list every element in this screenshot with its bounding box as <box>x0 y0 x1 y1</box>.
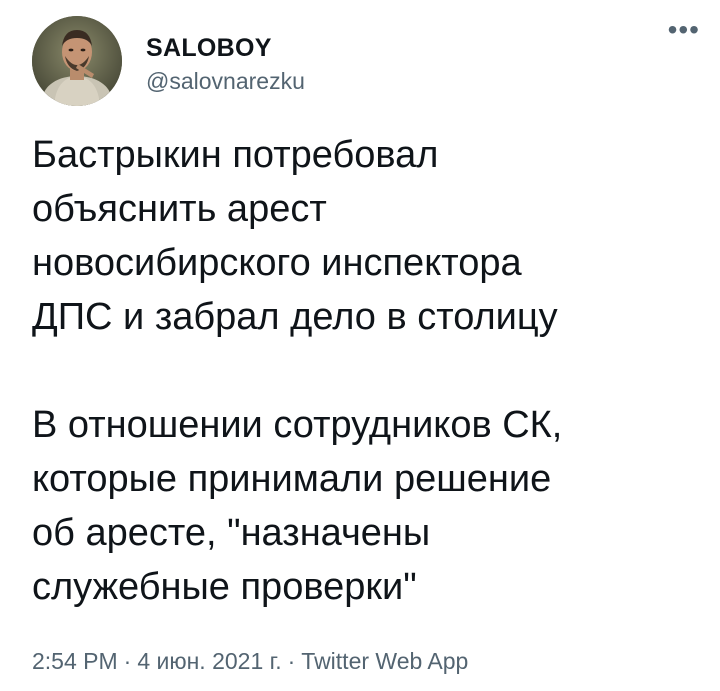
tweet-paragraph: В отношении сотрудников СК, которые прин… <box>32 398 692 614</box>
tweet-time[interactable]: 2:54 PM <box>32 648 118 674</box>
author-handle[interactable]: @salovnarezku <box>146 68 305 95</box>
tweet-line: служебные проверки" <box>32 566 417 608</box>
meta-separator: · <box>287 648 296 674</box>
avatar[interactable] <box>32 16 122 106</box>
user-avatar <box>32 16 122 106</box>
more-horizontal-icon: ••• <box>667 14 700 45</box>
tweet-line: В отношении сотрудников СК, <box>32 404 563 446</box>
tweet-line: объяснить арест <box>32 188 327 230</box>
tweet-line: новосибирского инспектора <box>32 242 522 284</box>
tweet-date[interactable]: 4 июн. 2021 г. <box>137 648 281 674</box>
tweet-paragraph: Бастрыкин потребовал объяснить арест нов… <box>32 128 692 344</box>
author-display-name[interactable]: SALOBOY <box>146 34 272 63</box>
tweet-source-link[interactable]: Twitter Web App <box>301 648 468 674</box>
tweet-line: Бастрыкин потребовал <box>32 134 439 176</box>
tweet-line: которые принимали решение <box>32 458 552 500</box>
tweet-line: об аресте, "назначены <box>32 512 431 554</box>
tweet-line: ДПС и забрал дело в столицу <box>32 296 558 338</box>
more-options-button[interactable]: ••• <box>668 16 700 44</box>
tweet-meta: 2:54 PM · 4 июн. 2021 г. · Twitter Web App <box>32 648 468 675</box>
tweet-text: Бастрыкин потребовал объяснить арест нов… <box>32 128 692 614</box>
meta-separator: · <box>123 648 132 674</box>
tweet-header: SALOBOY @salovnarezku ••• <box>32 16 700 106</box>
